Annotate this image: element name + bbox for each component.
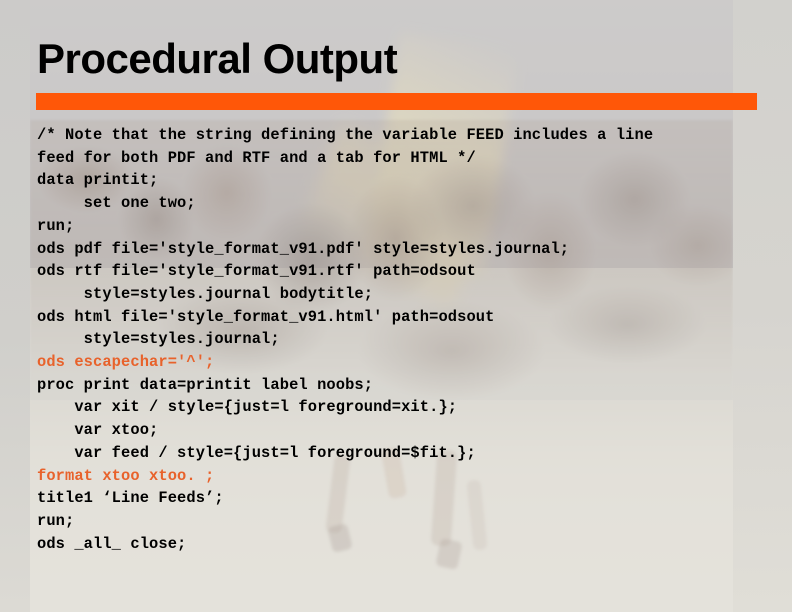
slide-content: Procedural Output /* Note that the strin… [0, 0, 792, 612]
code-line: title1 ‘Line Feeds’; [37, 489, 224, 508]
code-line: set one two; [37, 194, 196, 213]
code-line: /* Note that the string defining the var… [37, 126, 654, 144]
code-line: style=styles.journal bodytitle; [37, 284, 374, 303]
code-line: proc print data=printit label noobs; [37, 375, 374, 394]
code-line: run; [37, 511, 75, 530]
title-accent-bar [36, 93, 757, 110]
code-line: format xtoo xtoo. ; [37, 466, 215, 485]
code-line: run; [37, 216, 75, 235]
code-line: var xtoo; [37, 421, 159, 440]
code-line: ods rtf file='style_format_v91.rtf' path… [37, 262, 476, 281]
slide-title: Procedural Output [37, 35, 398, 82]
code-line: style=styles.journal; [37, 330, 280, 349]
code-line: data printit; [37, 171, 159, 190]
code-line: ods pdf file='style_format_v91.pdf' styl… [37, 239, 570, 258]
presentation-slide: Procedural Output /* Note that the strin… [0, 0, 792, 612]
code-block: /* Note that the string defining the var… [37, 124, 777, 555]
code-line: var feed / style={just=l foreground=$fit… [37, 443, 476, 462]
code-line: feed for both PDF and RTF and a tab for … [37, 148, 476, 167]
code-line: ods html file='style_format_v91.html' pa… [37, 307, 495, 326]
code-line: ods _all_ close; [37, 534, 187, 553]
code-line: var xit / style={just=l foreground=xit.}… [37, 398, 458, 417]
code-line: ods escapechar='^'; [37, 353, 215, 372]
